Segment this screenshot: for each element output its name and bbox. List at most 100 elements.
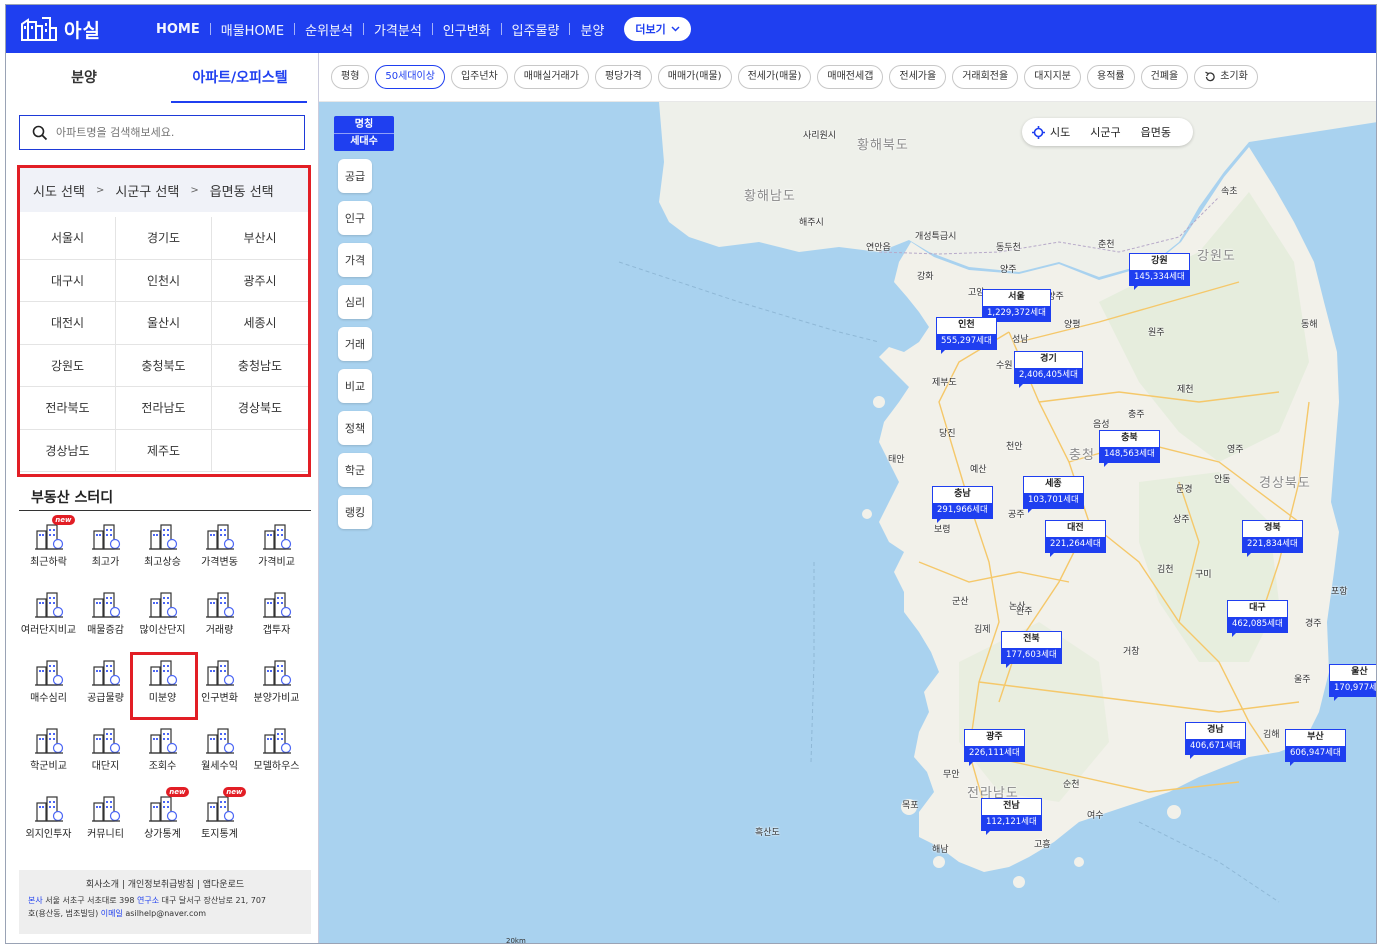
filter-chip[interactable]: 평형 xyxy=(331,65,370,89)
step-sido[interactable]: 시도 선택 xyxy=(33,181,85,200)
region-item[interactable]: 대구시 xyxy=(20,259,116,302)
study-item[interactable]: 갭투자 xyxy=(248,589,305,657)
filter-chip[interactable]: 평당가격 xyxy=(594,65,652,89)
filter-chip[interactable]: 거래회전율 xyxy=(952,65,1019,89)
filter-chip-active[interactable]: 50세대이상 xyxy=(375,65,445,89)
region-item[interactable]: 부산시 xyxy=(212,217,308,260)
tool-population[interactable]: 인구 xyxy=(338,201,372,235)
region-item[interactable]: 강원도 xyxy=(20,344,116,387)
level-sido[interactable]: 시도 xyxy=(1022,124,1080,140)
logo[interactable]: 아실 xyxy=(20,16,138,43)
filter-chip[interactable]: 매매가(매물) xyxy=(657,65,732,89)
nav-presale[interactable]: 분양 xyxy=(570,20,614,39)
region-marker[interactable]: 인천 555,297세대 xyxy=(936,317,997,354)
tool-compare[interactable]: 비교 xyxy=(338,369,372,403)
korea-map[interactable]: 황해북도 황해남도 강원도 충청 경상북도 전라남도 사리원시 해주시 연안읍 … xyxy=(319,102,1376,943)
region-item[interactable]: 서울시 xyxy=(20,217,116,260)
region-item[interactable]: 경기도 xyxy=(116,217,212,260)
filter-chip[interactable]: 건폐율 xyxy=(1140,65,1189,89)
filter-chip[interactable]: 대지지분 xyxy=(1024,65,1082,89)
study-item[interactable]: new 토지통계 xyxy=(191,787,248,861)
nav-population[interactable]: 인구변화 xyxy=(433,20,501,39)
region-marker[interactable]: 대구 462,085세대 xyxy=(1227,600,1288,637)
study-item[interactable]: 많이산단지 xyxy=(134,589,191,657)
filter-chip[interactable]: 전세가율 xyxy=(889,65,947,89)
region-marker[interactable]: 충남 291,966세대 xyxy=(932,486,993,523)
region-marker[interactable]: 충북 148,563세대 xyxy=(1099,430,1160,467)
nav-ranking[interactable]: 순위분석 xyxy=(295,20,363,39)
study-item[interactable]: 거래량 xyxy=(191,589,248,657)
label-toggle[interactable]: 명칭 세대수 xyxy=(334,116,394,151)
filter-chip[interactable]: 매매실거래가 xyxy=(513,65,589,89)
region-item[interactable]: 전라북도 xyxy=(20,387,116,430)
region-marker[interactable]: 경북 221,834세대 xyxy=(1242,520,1303,557)
study-item[interactable]: 가격비교 xyxy=(248,521,305,589)
region-item[interactable]: 제주도 xyxy=(116,429,212,472)
level-eupmyeondong[interactable]: 읍면동 xyxy=(1131,124,1181,140)
email-value[interactable]: asilhelp@naver.com xyxy=(125,909,206,918)
region-item[interactable]: 충청북도 xyxy=(116,344,212,387)
study-item[interactable]: 최고가 xyxy=(77,521,134,589)
nav-home[interactable]: HOME xyxy=(146,22,210,37)
study-item[interactable]: 매물증감 xyxy=(77,589,134,657)
region-item[interactable]: 경상북도 xyxy=(212,387,308,430)
nav-listing-home[interactable]: 매물HOME xyxy=(211,20,294,39)
tool-price[interactable]: 가격 xyxy=(338,243,372,277)
filter-chip[interactable]: 용적률 xyxy=(1087,65,1135,89)
study-item[interactable]: 학군비교 xyxy=(20,725,77,793)
region-item[interactable]: 광주시 xyxy=(212,260,308,302)
tool-ranking[interactable]: 랭킹 xyxy=(338,495,372,529)
region-marker[interactable]: 광주 226,111세대 xyxy=(964,729,1025,766)
region-marker[interactable]: 경남 406,671세대 xyxy=(1185,722,1246,759)
tool-school[interactable]: 학군 xyxy=(338,453,372,487)
apartment-search-box[interactable] xyxy=(19,115,305,150)
region-item[interactable]: 경상남도 xyxy=(20,429,116,472)
step-sigungu[interactable]: 시군구 선택 xyxy=(115,181,179,200)
study-item[interactable]: 인구변화 xyxy=(191,657,248,725)
study-item[interactable]: 최고상승 xyxy=(134,521,191,589)
study-item[interactable]: 외지인투자 xyxy=(20,793,77,861)
study-item[interactable]: 공급물량 xyxy=(77,657,134,725)
study-item[interactable]: new 상가통계 xyxy=(134,787,191,861)
region-item[interactable]: 세종시 xyxy=(212,302,308,345)
study-item[interactable]: 분양가비교 xyxy=(248,657,305,725)
region-item[interactable]: 울산시 xyxy=(116,302,212,345)
more-button[interactable]: 더보기 xyxy=(624,17,691,41)
tool-policy[interactable]: 정책 xyxy=(338,411,372,445)
level-sigungu[interactable]: 시군구 xyxy=(1080,124,1130,140)
region-marker[interactable]: 세종 103,701세대 xyxy=(1023,476,1084,513)
footer-links[interactable]: 회사소개 | 개인정보취급방침 | 앱다운로드 xyxy=(28,878,302,893)
tool-transaction[interactable]: 거래 xyxy=(338,327,372,361)
nav-price-analysis[interactable]: 가격분석 xyxy=(364,20,432,39)
region-marker[interactable]: 강원 145,334세대 xyxy=(1129,253,1190,290)
study-item[interactable]: 가격변동 xyxy=(191,521,248,589)
region-marker[interactable]: 대전 221,264세대 xyxy=(1045,520,1106,557)
study-item[interactable]: 여러단지비교 xyxy=(20,589,77,657)
region-item[interactable]: 충청남도 xyxy=(212,345,308,387)
region-item[interactable]: 인천시 xyxy=(116,259,212,302)
step-eupmyeondong[interactable]: 읍면동 선택 xyxy=(210,181,274,200)
tool-sentiment[interactable]: 심리 xyxy=(338,285,372,319)
study-item[interactable]: 모델하우스 xyxy=(248,725,305,793)
filter-chip[interactable]: 전세가(매물) xyxy=(737,65,812,89)
study-item[interactable]: 월세수익 xyxy=(191,725,248,793)
study-item[interactable]: 대단지 xyxy=(77,725,134,793)
search-input[interactable] xyxy=(56,126,286,139)
tab-apartment-officetel[interactable]: 아파트/오피스텔 xyxy=(162,53,318,103)
tool-supply[interactable]: 공급 xyxy=(338,159,372,193)
region-marker[interactable]: 부산 606,947세대 xyxy=(1285,729,1346,766)
tab-presale[interactable]: 분양 xyxy=(6,53,162,103)
filter-chip[interactable]: 입주년차 xyxy=(450,65,508,89)
region-marker[interactable]: 울산 170,977세대 xyxy=(1329,664,1376,701)
study-item[interactable]: new 최근하락 xyxy=(20,515,77,589)
nav-move-in[interactable]: 입주물량 xyxy=(502,20,570,39)
region-marker[interactable]: 경기 2,406,405세대 xyxy=(1014,351,1083,388)
study-item[interactable]: 매수심리 xyxy=(20,657,77,725)
study-item[interactable]: 커뮤니티 xyxy=(77,793,134,861)
study-item[interactable]: 조회수 xyxy=(134,725,191,793)
region-item[interactable]: 전라남도 xyxy=(116,387,212,430)
region-marker[interactable]: 전남 112,121세대 xyxy=(981,798,1042,835)
region-marker[interactable]: 전북 177,603세대 xyxy=(1001,631,1062,668)
region-item[interactable]: 대전시 xyxy=(20,302,116,345)
filter-chip[interactable]: 매매전세갭 xyxy=(817,65,884,89)
